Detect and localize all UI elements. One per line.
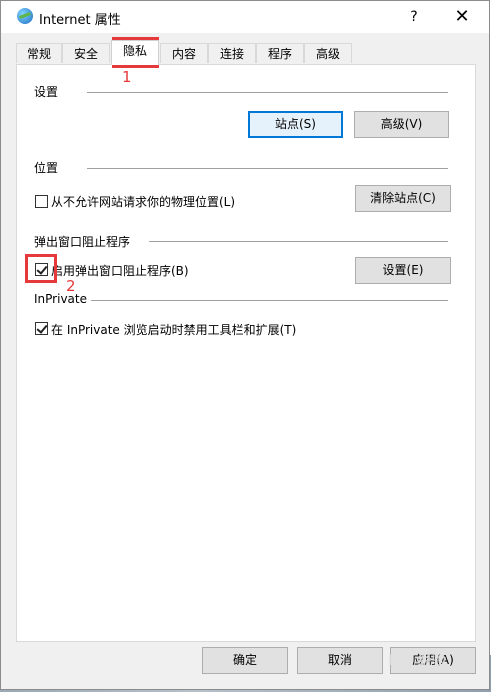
never-allow-location-label: 从不允许网站请求你的物理位置(L)	[51, 195, 236, 209]
advanced-settings-button[interactable]: 高级(V)	[354, 111, 449, 138]
tab-security[interactable]: 安全	[62, 43, 110, 63]
close-button[interactable]: ✕	[449, 4, 475, 30]
settings-divider	[87, 92, 448, 93]
title-bar: Internet 属性 ? ✕	[1, 1, 489, 33]
ok-button[interactable]: 确定	[202, 647, 288, 674]
privacy-panel	[16, 64, 476, 642]
watermark-text: Bai 经验	[388, 653, 446, 669]
disable-toolbars-label: 在 InPrivate 浏览启动时禁用工具栏和扩展(T)	[51, 323, 297, 337]
inprivate-heading: InPrivate	[34, 292, 87, 306]
cancel-button[interactable]: 取消	[297, 647, 383, 674]
location-heading: 位置	[34, 161, 59, 175]
popup-divider	[149, 241, 448, 242]
settings-heading: 设置	[34, 85, 59, 99]
annotation-box-checkbox	[25, 254, 57, 283]
tab-connections[interactable]: 连接	[208, 43, 256, 63]
annotation-number-1: 1	[122, 68, 132, 86]
popup-settings-button[interactable]: 设置(E)	[355, 257, 451, 284]
window-title: Internet 属性	[39, 13, 121, 28]
location-divider	[87, 168, 448, 169]
annotation-number-2: 2	[66, 277, 76, 295]
clear-sites-button[interactable]: 清除站点(C)	[355, 185, 451, 212]
internet-properties-dialog: Internet 属性 ? ✕ 常规 安全 隐私 内容 连接 程序 高级 设置 …	[0, 0, 490, 690]
internet-globe-icon	[17, 8, 33, 24]
tab-advanced[interactable]: 高级	[304, 43, 352, 63]
tab-privacy[interactable]: 隐私	[111, 40, 159, 65]
tab-content[interactable]: 内容	[160, 43, 208, 63]
never-allow-location-checkbox[interactable]	[35, 195, 48, 208]
popup-blocker-heading: 弹出窗口阻止程序	[34, 235, 131, 249]
tab-general[interactable]: 常规	[16, 43, 62, 63]
disable-toolbars-checkbox[interactable]	[35, 322, 48, 335]
help-button[interactable]: ?	[401, 4, 427, 30]
tab-programs[interactable]: 程序	[256, 43, 304, 63]
sites-button[interactable]: 站点(S)	[248, 111, 343, 138]
inprivate-divider	[91, 300, 448, 301]
